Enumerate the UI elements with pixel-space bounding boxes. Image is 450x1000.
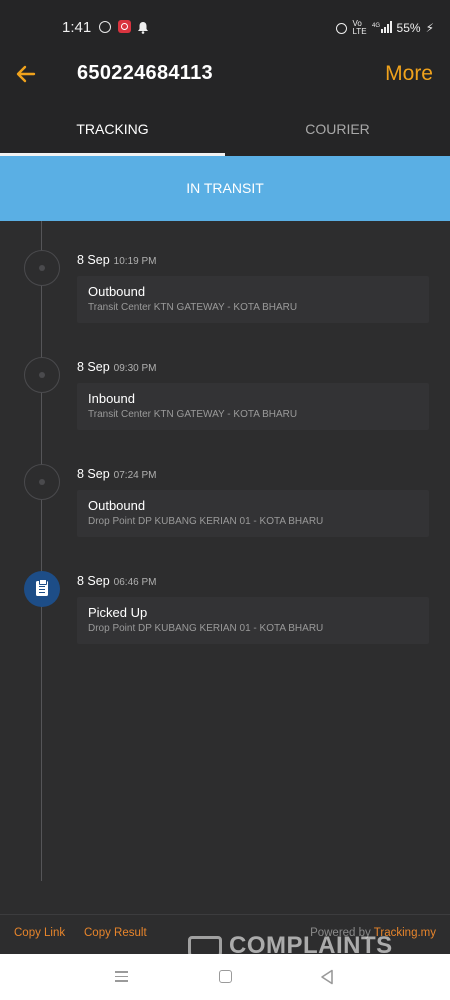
timeline-node [24, 464, 60, 500]
status-bar: 1:41 Vo LTE 4G 55% ⚡ [0, 0, 450, 46]
event-date: 8 Sep 10:19 PM [77, 253, 157, 267]
svg-text:4G: 4G [372, 23, 380, 29]
back-button[interactable] [14, 62, 38, 86]
timeline-node [24, 357, 60, 393]
footer: Copy Link Copy Result Powered by Trackin… [0, 914, 450, 954]
timeline-node [24, 250, 60, 286]
charging-icon: ⚡ [425, 21, 434, 35]
event-detail: Drop Point DP KUBANG KERIAN 01 - KOTA BH… [88, 516, 324, 527]
back-icon[interactable] [320, 969, 334, 990]
whatsapp-icon [99, 21, 111, 33]
event-detail: Drop Point DP KUBANG KERIAN 01 - KOTA BH… [88, 623, 324, 634]
timeline-line [41, 221, 42, 881]
app-notification-icon [118, 20, 131, 33]
dot-icon [39, 265, 45, 271]
event-time: 07:24 PM [113, 470, 157, 481]
status-time: 1:41 [62, 19, 92, 36]
battery-level: 55% [396, 21, 421, 35]
bell-icon [137, 21, 149, 34]
powered-by-link[interactable]: Tracking.my [374, 927, 436, 939]
event-title: Outbound [88, 498, 146, 513]
more-button[interactable]: More [385, 62, 433, 86]
status-banner: IN TRANSIT [0, 156, 450, 221]
event-date: 8 Sep 06:46 PM [77, 574, 157, 588]
copy-result-button[interactable]: Copy Result [84, 927, 147, 939]
event-title: Inbound [88, 391, 135, 406]
recents-icon[interactable] [115, 971, 128, 982]
tab-courier[interactable]: COURIER [225, 104, 450, 156]
event-date: 8 Sep 07:24 PM [77, 467, 157, 481]
event-detail: Transit Center KTN GATEWAY - KOTA BHARU [88, 302, 298, 313]
event-time: 09:30 PM [113, 363, 157, 374]
event-title: Outbound [88, 284, 146, 299]
copy-link-button[interactable]: Copy Link [14, 927, 65, 939]
tab-tracking[interactable]: TRACKING [0, 104, 225, 156]
event-detail: Transit Center KTN GATEWAY - KOTA BHARU [88, 409, 298, 420]
arrow-left-icon [16, 65, 36, 83]
event-time: 10:19 PM [113, 256, 157, 267]
app-bar: 650224684113 More [0, 46, 450, 104]
event-card: Outbound Transit Center KTN GATEWAY - KO… [77, 276, 429, 323]
event-time: 06:46 PM [113, 577, 157, 588]
event-card: Inbound Transit Center KTN GATEWAY - KOT… [77, 383, 429, 430]
clipboard-icon [36, 579, 48, 596]
system-nav-bar [0, 954, 450, 1000]
timeline-node-active [24, 571, 60, 607]
tab-bar: TRACKING COURIER [0, 104, 450, 156]
dot-icon [39, 479, 45, 485]
powered-by: Powered by Tracking.my [310, 927, 436, 939]
event-card: Outbound Drop Point DP KUBANG KERIAN 01 … [77, 490, 429, 537]
home-icon[interactable] [219, 970, 232, 983]
dot-icon [39, 372, 45, 378]
event-title: Picked Up [88, 605, 148, 620]
event-card: Picked Up Drop Point DP KUBANG KERIAN 01… [77, 597, 429, 644]
tracking-number-title: 650224684113 [77, 62, 213, 84]
status-right-group: Vo LTE 4G 55% ⚡ [336, 20, 434, 36]
alarm-icon [336, 22, 348, 34]
event-date: 8 Sep 09:30 PM [77, 360, 157, 374]
network-type: Vo LTE [352, 19, 367, 36]
signal-icon: 4G [372, 20, 392, 36]
